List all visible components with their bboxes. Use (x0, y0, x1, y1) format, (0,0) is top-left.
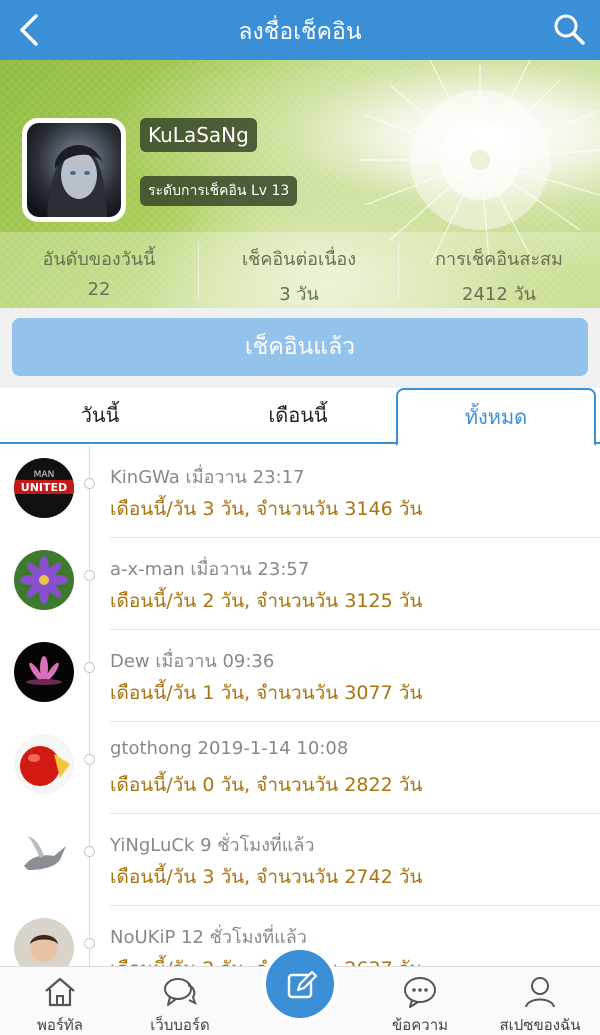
user-avatar[interactable] (14, 734, 74, 794)
stat-value: 3 วัน (279, 284, 319, 305)
profile-avatar[interactable] (22, 118, 126, 222)
stat-value: 22 (87, 279, 111, 300)
entry-info: เดือนนี้/วัน 1 วัน, จำนวนวัน 3077 วัน (110, 682, 423, 704)
timeline-dot (84, 754, 95, 765)
profile-banner: KuLaSaNg ระดับการเช็คอิน Lv 13 อันดับของ… (0, 60, 600, 308)
entry-meta: KinGWa เมื่อวาน 23:17 (110, 467, 305, 488)
list-item[interactable]: UNITED MAN KinGWa เมื่อวาน 23:17 เดือนนี… (0, 446, 600, 538)
user-avatar[interactable] (14, 918, 74, 966)
entry-meta: NoUKiP 12 ชั่วโมงที่แล้ว (110, 927, 307, 948)
stat-today-rank: อันดับของวันนี้ 22 (0, 232, 198, 308)
checkin-button[interactable]: เช็คอินแล้ว (12, 318, 588, 376)
user-icon (525, 977, 555, 1008)
nav-webboard[interactable]: เว็บบอร์ด (120, 967, 240, 1035)
nav-portal[interactable]: พอร์ทัล (0, 967, 120, 1035)
entry-meta: YiNgLuCk 9 ชั่วโมงที่แล้ว (110, 835, 315, 856)
stat-label: อันดับของวันนี้ (42, 249, 156, 270)
entry-meta: a-x-man เมื่อวาน 23:57 (110, 559, 310, 580)
user-avatar[interactable] (14, 550, 74, 610)
timeline-dot (84, 570, 95, 581)
checkin-button-area: เช็คอินแล้ว (0, 308, 600, 388)
checkin-stats: อันดับของวันนี้ 22 เช็คอินต่อเนื่อง 3 วั… (0, 232, 600, 308)
stat-divider (198, 242, 199, 300)
nav-label: ข้อความ (391, 1016, 449, 1034)
page-title: ลงชื่อเช็คอิน (238, 19, 362, 45)
timeline-dot (84, 938, 95, 949)
search-icon[interactable] (552, 12, 586, 46)
svg-text:MAN: MAN (34, 470, 55, 480)
stat-value: 2412 วัน (462, 284, 536, 305)
stat-total: การเช็คอินสะสม 2412 วัน (400, 232, 598, 308)
stat-label: การเช็คอินสะสม (435, 249, 563, 270)
nav-messages[interactable]: ข้อความ (360, 967, 480, 1035)
checkin-level-badge: ระดับการเช็คอิน Lv 13 (140, 176, 298, 206)
user-avatar[interactable]: UNITED MAN (14, 458, 74, 518)
message-icon (404, 977, 436, 1008)
entry-meta: gtothong 2019-1-14 10:08 (110, 738, 349, 759)
nav-label: สเปซของฉัน (499, 1016, 581, 1034)
entry-info: เดือนนี้/วัน 2 วัน, จำนวนวัน 3125 วัน (110, 590, 423, 612)
top-bar: ลงชื่อเช็คอิน (0, 0, 600, 60)
compose-icon (287, 970, 318, 999)
svg-text:UNITED: UNITED (21, 481, 67, 494)
compose-button[interactable] (262, 946, 338, 1022)
nav-label: พอร์ทัล (36, 1016, 84, 1034)
entry-meta: Dew เมื่อวาน 09:36 (110, 651, 275, 672)
entry-info: เดือนนี้/วัน 3 วัน, จำนวนวัน 3146 วัน (110, 498, 423, 520)
stat-streak: เช็คอินต่อเนื่อง 3 วัน (200, 232, 398, 308)
chat-bubbles-icon (164, 978, 197, 1006)
nav-my-space[interactable]: สเปซของฉัน (480, 967, 600, 1035)
home-icon (45, 977, 75, 1007)
timeline-dot (84, 662, 95, 673)
entry-info: เดือนนี้/วัน 0 วัน, จำนวนวัน 2822 วัน (110, 774, 423, 796)
timeline-dot (84, 478, 95, 489)
stat-divider (398, 242, 399, 300)
user-avatar[interactable] (14, 826, 74, 886)
timeline-dot (84, 846, 95, 857)
stat-label: เช็คอินต่อเนื่อง (241, 249, 357, 270)
user-avatar[interactable] (14, 642, 74, 702)
list-item[interactable]: YiNgLuCk 9 ชั่วโมงที่แล้ว เดือนนี้/วัน 3… (0, 814, 600, 906)
tab-all[interactable]: ทั้งหมด (396, 388, 596, 446)
ranking-tabs: วันนี้ เดือนนี้ ทั้งหมด (0, 388, 600, 446)
tab-today[interactable]: วันนี้ (0, 388, 200, 444)
list-item[interactable]: gtothong 2019-1-14 10:08 เดือนนี้/วัน 0 … (0, 722, 600, 814)
checkin-list[interactable]: UNITED MAN KinGWa เมื่อวาน 23:17 เดือนนี… (0, 446, 600, 966)
list-item[interactable]: Dew เมื่อวาน 09:36 เดือนนี้/วัน 1 วัน, จ… (0, 630, 600, 722)
entry-info: เดือนนี้/วัน 3 วัน, จำนวนวัน 2742 วัน (110, 866, 423, 888)
list-item[interactable]: a-x-man เมื่อวาน 23:57 เดือนนี้/วัน 2 วั… (0, 538, 600, 630)
username: KuLaSaNg (140, 118, 257, 152)
avatar-image (27, 123, 121, 217)
nav-label: เว็บบอร์ด (150, 1016, 210, 1034)
tab-this-month[interactable]: เดือนนี้ (200, 388, 396, 444)
